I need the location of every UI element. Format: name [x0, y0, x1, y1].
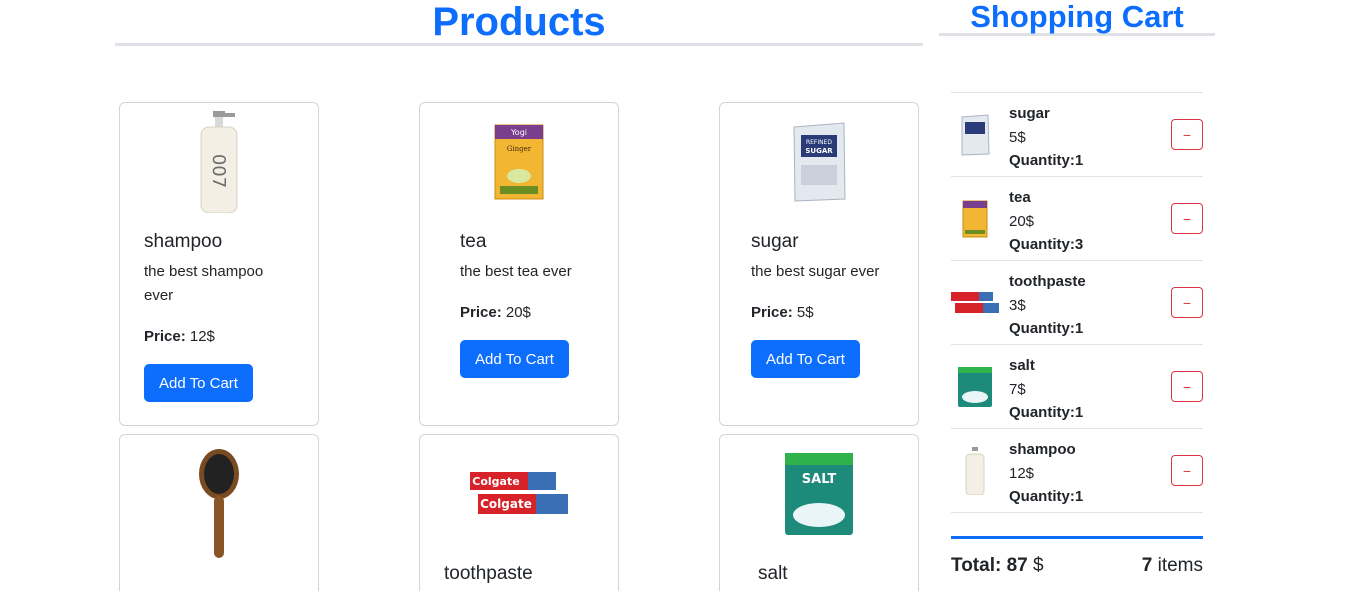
- product-name: sugar: [751, 231, 799, 252]
- cart-item: toothpaste 3$ Quantity:1 −: [951, 261, 1203, 345]
- tea-box-icon: [962, 200, 988, 238]
- cart-title: Shopping Cart: [970, 0, 1184, 34]
- svg-text:Yogi: Yogi: [510, 128, 527, 137]
- product-card-sugar: REFINED SUGAR sugar the best sugar ever …: [719, 102, 919, 426]
- cart-thumb-tea: [951, 195, 999, 243]
- product-card-toothpaste: Colgate Colgate toothpaste: [419, 434, 619, 591]
- cart-thumb-salt: [951, 363, 999, 411]
- cart-item-price: 12$: [1009, 465, 1035, 482]
- product-name: tea: [460, 231, 487, 252]
- add-to-cart-button[interactable]: Add To Cart: [460, 340, 569, 378]
- cart-item-count: 7 items: [1141, 555, 1203, 576]
- cart-list: sugar 5$ Quantity:1 − tea 20$ Quantity:3…: [951, 92, 1203, 513]
- remove-from-cart-button[interactable]: −: [1171, 119, 1203, 150]
- cart-item: shampoo 12$ Quantity:1 −: [951, 429, 1203, 513]
- products-title: Products: [432, 0, 606, 44]
- shampoo-bottle-icon: [965, 447, 985, 495]
- toothpaste-box-icon: Colgate Colgate: [470, 472, 568, 514]
- remove-from-cart-button[interactable]: −: [1171, 455, 1203, 486]
- product-description: the best tea ever: [460, 263, 572, 280]
- product-image-tea: Yogi Ginger: [420, 103, 618, 221]
- cart-heading: Shopping Cart: [939, 0, 1215, 36]
- svg-text:Colgate: Colgate: [472, 475, 519, 488]
- cart-thumb-toothpaste: [951, 279, 999, 327]
- product-description: the best sugar ever: [751, 263, 880, 280]
- cart-item-name: sugar: [1009, 105, 1050, 122]
- product-price: Price: 20$: [460, 304, 531, 321]
- remove-from-cart-button[interactable]: −: [1171, 287, 1203, 318]
- svg-text:Colgate: Colgate: [480, 497, 532, 511]
- products-section: Products 007 shampoo the best shampoo ev…: [115, 0, 923, 591]
- cart-item-price: 20$: [1009, 213, 1035, 230]
- product-image-hairbrush: [120, 435, 318, 575]
- cart-thumb-shampoo: [951, 447, 999, 495]
- sugar-bag-icon: REFINED SUGAR: [793, 122, 846, 202]
- product-card-shampoo: 007 shampoo the best shampoo ever Price:…: [119, 102, 319, 426]
- cart-item: tea 20$ Quantity:3 −: [951, 177, 1203, 261]
- cart-item-price: 5$: [1009, 129, 1026, 146]
- product-name: toothpaste: [444, 563, 533, 584]
- add-to-cart-button[interactable]: Add To Cart: [751, 340, 860, 378]
- cart-item-quantity: Quantity:1: [1009, 404, 1084, 421]
- sugar-bag-icon: [961, 114, 990, 156]
- svg-text:SUGAR: SUGAR: [805, 147, 833, 155]
- cart-item-name: shampoo: [1009, 441, 1076, 458]
- product-price: Price: 12$: [144, 328, 215, 345]
- cart-item-price: 3$: [1009, 297, 1026, 314]
- svg-text:REFINED: REFINED: [806, 139, 832, 146]
- cart-item-quantity: Quantity:1: [1009, 152, 1084, 169]
- toothpaste-box-icon: [951, 292, 999, 313]
- cart-item-name: toothpaste: [1009, 273, 1086, 290]
- add-to-cart-button[interactable]: Add To Cart: [144, 364, 253, 402]
- shampoo-bottle-icon: 007: [200, 111, 238, 213]
- cart-item-quantity: Quantity:3: [1009, 236, 1084, 253]
- hairbrush-icon: [199, 449, 239, 558]
- product-image-shampoo: 007: [120, 103, 318, 221]
- product-name: salt: [758, 563, 788, 584]
- cart-item-quantity: Quantity:1: [1009, 488, 1084, 505]
- cart-thumb-sugar: [951, 111, 999, 159]
- cart-item-price: 7$: [1009, 381, 1026, 398]
- product-image-sugar: REFINED SUGAR: [720, 103, 918, 221]
- product-price: Price: 5$: [751, 304, 814, 321]
- cart-item: salt 7$ Quantity:1 −: [951, 345, 1203, 429]
- svg-text:Ginger: Ginger: [507, 145, 532, 153]
- cart-item-name: salt: [1009, 357, 1035, 374]
- svg-text:007: 007: [208, 154, 229, 188]
- salt-bag-icon: [958, 367, 992, 407]
- cart-total-bar: Total: 87 $ 7 items: [951, 536, 1203, 586]
- product-card-salt: SALT salt: [719, 434, 919, 591]
- product-card-tea: Yogi Ginger tea the best tea ever Price:…: [419, 102, 619, 426]
- svg-text:SALT: SALT: [802, 472, 837, 487]
- cart-item: sugar 5$ Quantity:1 −: [951, 93, 1203, 177]
- product-name: shampoo: [144, 231, 223, 252]
- cart-item-quantity: Quantity:1: [1009, 320, 1084, 337]
- remove-from-cart-button[interactable]: −: [1171, 203, 1203, 234]
- product-image-salt: SALT: [720, 435, 918, 553]
- tea-box-icon: Yogi Ginger: [494, 124, 544, 200]
- remove-from-cart-button[interactable]: −: [1171, 371, 1203, 402]
- cart-total: Total: 87 $: [951, 555, 1044, 576]
- salt-bag-icon: SALT: [785, 453, 853, 535]
- cart-item-name: tea: [1009, 189, 1031, 206]
- product-description: the best shampoo ever: [144, 263, 264, 304]
- product-card-hairbrush: [119, 434, 319, 591]
- product-image-toothpaste: Colgate Colgate: [420, 435, 618, 553]
- products-heading: Products: [115, 0, 923, 46]
- shopping-cart-section: Shopping Cart sugar 5$ Quantity:1 − tea …: [939, 0, 1215, 591]
